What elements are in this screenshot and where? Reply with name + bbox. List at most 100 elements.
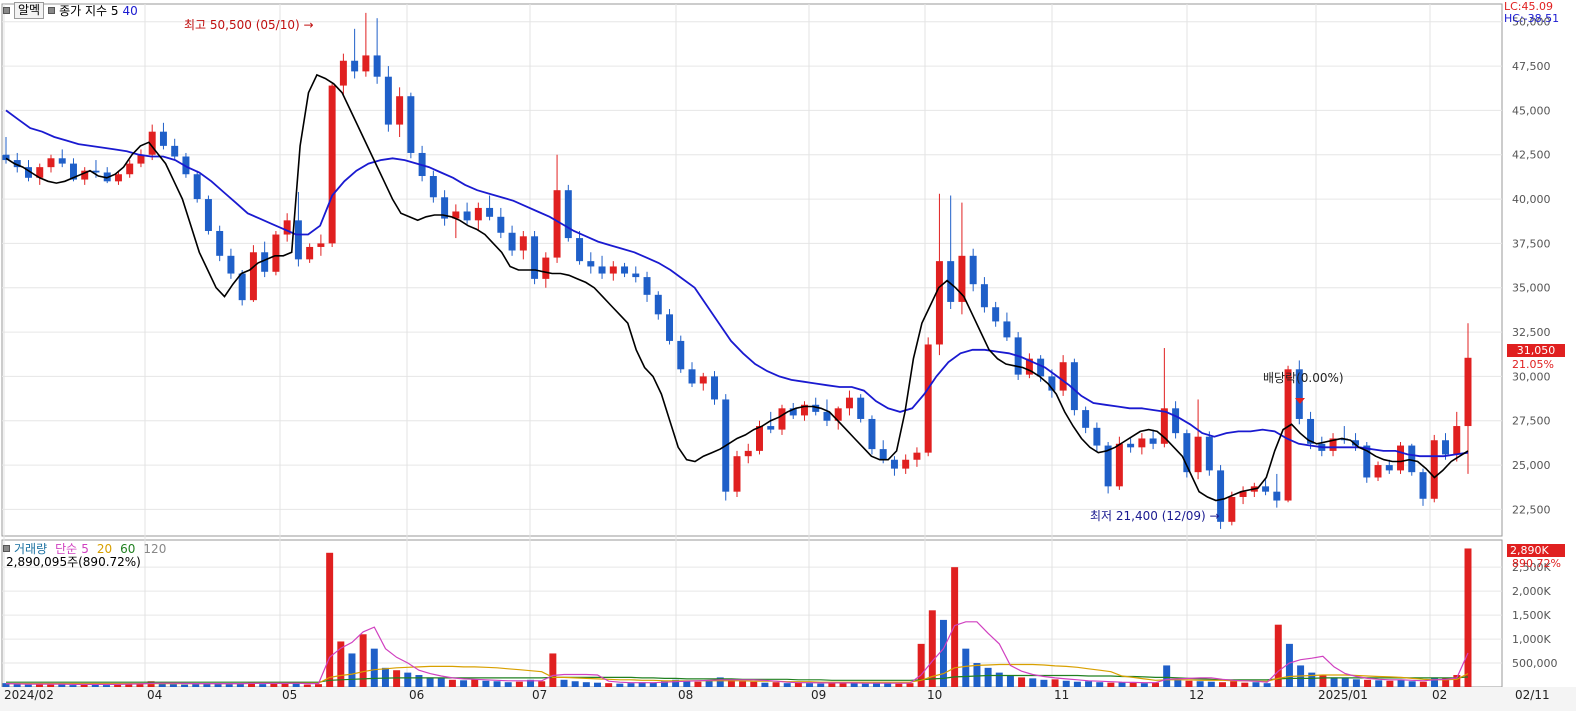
x-tick-label: 02 bbox=[1432, 688, 1447, 702]
volume-bar bbox=[1118, 682, 1126, 687]
volume-bar bbox=[1230, 681, 1238, 687]
stock-name-tab[interactable]: 알멕 bbox=[14, 2, 45, 19]
volume-bar bbox=[315, 684, 322, 687]
candle-body bbox=[576, 238, 584, 262]
volume-bar bbox=[47, 684, 55, 687]
volume-tick-label: 1,000K bbox=[1512, 633, 1551, 646]
candle-body bbox=[58, 158, 66, 164]
candle-body bbox=[238, 273, 246, 301]
candle-body bbox=[351, 60, 359, 72]
current-volume-badge: 2,890K bbox=[1507, 544, 1565, 557]
candle-body bbox=[632, 273, 640, 278]
volume-bar bbox=[1464, 548, 1472, 687]
candle-body bbox=[733, 456, 741, 492]
dividend-annotation: 배당락(0.00%) bbox=[1263, 371, 1344, 385]
current-price-pct: 21.05% bbox=[1512, 358, 1554, 371]
x-tick-label: 05 bbox=[282, 688, 297, 702]
candle-body bbox=[216, 230, 224, 256]
candle-body bbox=[969, 255, 977, 285]
candle-body bbox=[1228, 496, 1236, 522]
candle-body bbox=[204, 199, 212, 231]
volume-bar bbox=[750, 681, 758, 687]
candle-body bbox=[1262, 486, 1270, 492]
volume-tick-label: 2,000K bbox=[1512, 585, 1551, 598]
volume-bar bbox=[326, 552, 334, 687]
candle-body bbox=[643, 277, 651, 295]
volume-bar bbox=[1185, 680, 1193, 687]
price-tick-label: 42,500 bbox=[1512, 149, 1551, 162]
volume-bar bbox=[1218, 682, 1226, 687]
candle-body bbox=[553, 190, 561, 258]
volume-bar bbox=[1152, 682, 1159, 687]
high-annotation-text: 최고 50,500 (05/10) bbox=[184, 18, 300, 32]
volume-bar bbox=[571, 681, 579, 687]
candle-body bbox=[531, 236, 539, 279]
candle-body bbox=[542, 257, 550, 279]
x-tick-label: 07 bbox=[532, 688, 547, 702]
candle-body bbox=[935, 261, 943, 345]
volume-bar bbox=[102, 685, 110, 687]
legend-square-icon bbox=[3, 545, 10, 552]
volume-bar bbox=[281, 683, 289, 687]
price-tick-label: 25,000 bbox=[1512, 459, 1551, 472]
candle-body bbox=[699, 376, 707, 384]
volume-bar bbox=[1062, 680, 1070, 687]
candle-body bbox=[890, 459, 898, 469]
volume-bar bbox=[1196, 681, 1204, 687]
low-annotation-text: 최저 21,400 (12/09) bbox=[1090, 509, 1206, 523]
candle-body bbox=[227, 255, 235, 274]
volume-bar bbox=[1018, 677, 1026, 687]
volume-bar bbox=[1419, 681, 1427, 687]
price-tick-label: 30,000 bbox=[1512, 370, 1551, 383]
volume-bar bbox=[739, 681, 747, 687]
volume-bar bbox=[1051, 679, 1059, 687]
candle-body bbox=[1059, 362, 1067, 391]
x-tick-label: 10 bbox=[927, 688, 942, 702]
candle-body bbox=[193, 174, 201, 200]
x-tick-label: 06 bbox=[409, 688, 424, 702]
candle-body bbox=[373, 55, 381, 77]
candle-body bbox=[114, 174, 122, 182]
right-arrow-icon: → bbox=[1209, 509, 1220, 523]
volume-bar bbox=[783, 683, 791, 687]
candle-body bbox=[823, 411, 831, 421]
volume-bar bbox=[1207, 681, 1215, 687]
volume-bar bbox=[415, 675, 423, 687]
volume-bar bbox=[984, 667, 992, 687]
volume-bar bbox=[370, 648, 378, 687]
chart-canvas[interactable]: 22,500 25,000 27,500 30,000 32,500 35,000 37,5… bbox=[0, 0, 1576, 711]
price-legend-period2: 40 bbox=[122, 3, 138, 18]
volume-bar bbox=[939, 619, 947, 687]
candle-body bbox=[1408, 445, 1416, 473]
candle-body bbox=[47, 158, 55, 168]
volume-bar bbox=[850, 683, 858, 687]
volume-bar bbox=[1263, 683, 1271, 687]
candle-body bbox=[666, 314, 674, 341]
x-tick-label: 02/11 bbox=[1515, 688, 1550, 702]
candle-body bbox=[1419, 472, 1427, 499]
volume-ma5-line bbox=[5, 621, 1469, 686]
price-tick-label: 32,500 bbox=[1512, 326, 1551, 339]
volume-bar bbox=[482, 680, 490, 687]
candle-body bbox=[598, 266, 606, 274]
stock-chart[interactable]: 22,500 25,000 27,500 30,000 32,500 35,000 37,5… bbox=[0, 0, 1576, 711]
volume-bar bbox=[393, 670, 401, 687]
volume-bar bbox=[1129, 682, 1137, 687]
volume-bar bbox=[515, 681, 523, 687]
volume-bar bbox=[348, 653, 356, 687]
price-tick-label: 47,500 bbox=[1512, 60, 1551, 73]
low-annotation: 최저 21,400 (12/09) → bbox=[1090, 507, 1220, 524]
candle-body bbox=[621, 266, 629, 274]
candle-body bbox=[564, 190, 572, 239]
candle-body bbox=[519, 236, 527, 251]
volume-bar bbox=[560, 679, 568, 687]
volume-bar bbox=[1006, 675, 1014, 687]
candle-body bbox=[429, 176, 437, 198]
candle-body bbox=[1138, 438, 1146, 448]
candle-body bbox=[339, 60, 347, 86]
volume-tick-label: 500,000 bbox=[1512, 657, 1558, 670]
candle-body bbox=[1453, 426, 1461, 455]
x-tick-label: 09 bbox=[811, 688, 826, 702]
candle-body bbox=[126, 163, 134, 175]
candle-body bbox=[587, 261, 595, 267]
